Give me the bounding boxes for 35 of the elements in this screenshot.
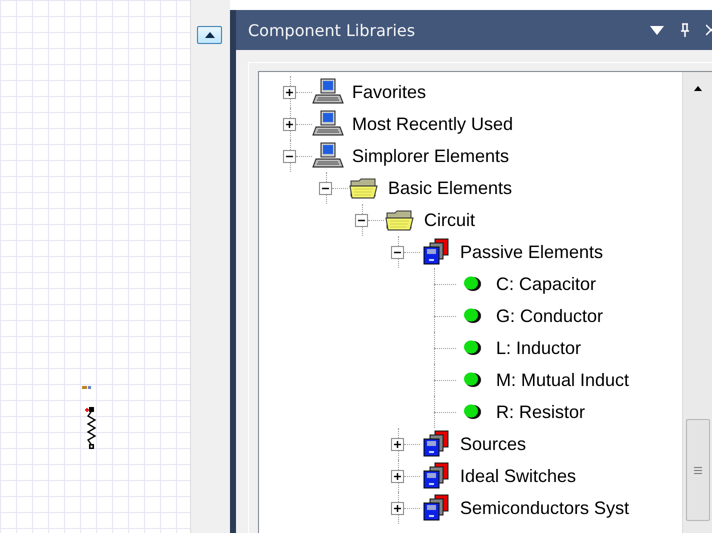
tree-item[interactable]: Sources xyxy=(460,434,526,454)
collapse-icon[interactable] xyxy=(355,214,368,226)
scroll-up-icon[interactable] xyxy=(694,86,702,91)
expand-icon[interactable] xyxy=(391,502,404,514)
close-icon[interactable] xyxy=(706,24,712,36)
collapse-icon[interactable] xyxy=(319,182,332,194)
computer-icon xyxy=(312,110,344,138)
expand-icon[interactable] xyxy=(283,86,296,98)
tree-item[interactable]: Passive Elements xyxy=(460,242,604,262)
expand-icon[interactable] xyxy=(391,438,404,450)
caret-icon xyxy=(204,32,214,38)
tree-item[interactable]: Basic Elements xyxy=(388,178,512,198)
tree-item[interactable]: Most Recently Used xyxy=(352,114,514,134)
scrollbar[interactable] xyxy=(682,72,712,533)
tree-item[interactable]: Semiconductors Syst xyxy=(460,498,630,518)
collapse-icon[interactable] xyxy=(391,246,404,258)
scroll-thumb[interactable] xyxy=(686,419,710,521)
computer-icon xyxy=(312,78,344,106)
tree-item[interactable]: L: Inductor xyxy=(496,338,582,358)
scroll-up-button[interactable] xyxy=(197,26,222,44)
tree-item[interactable]: C: Capacitor xyxy=(496,274,596,294)
pin-icon[interactable] xyxy=(680,23,690,37)
expand-icon[interactable] xyxy=(283,118,296,130)
tree-item[interactable]: G: Conductor xyxy=(496,306,604,326)
tree-item[interactable]: Simplorer Elements xyxy=(352,146,510,166)
tree-item[interactable]: Favorites xyxy=(352,82,426,102)
collapse-icon[interactable] xyxy=(283,150,296,162)
tree-item[interactable]: Circuit xyxy=(424,210,476,230)
tree-item[interactable]: M: Mutual Induct xyxy=(496,370,630,390)
computer-icon xyxy=(312,142,344,170)
dropdown-icon[interactable] xyxy=(650,26,664,34)
panel-title: Component Libraries xyxy=(248,20,416,40)
tree-item[interactable]: Ideal Switches xyxy=(460,466,576,486)
tree-item[interactable]: R: Resistor xyxy=(496,402,586,422)
expand-icon[interactable] xyxy=(391,470,404,482)
